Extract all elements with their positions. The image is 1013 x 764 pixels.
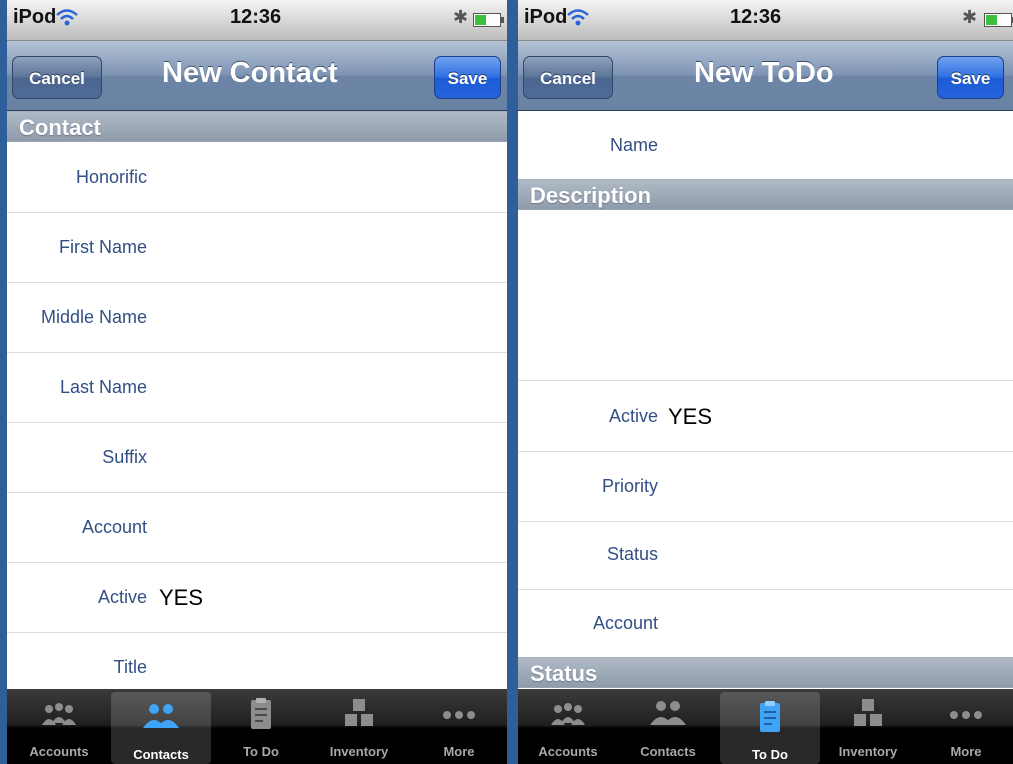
tab-more[interactable]: More — [916, 689, 1013, 764]
tab-label: To Do — [243, 744, 279, 759]
tab-contacts[interactable]: Contacts — [618, 689, 718, 764]
field-status[interactable]: Status — [518, 520, 1013, 590]
wifi-icon — [56, 9, 78, 26]
field-label: Honorific — [75, 167, 147, 187]
field-middle-name[interactable]: Middle Name — [7, 283, 507, 353]
status-bar: iPod 12:36 ✱ — [7, 0, 507, 41]
tab-accounts[interactable]: Accounts — [518, 689, 618, 764]
wifi-icon — [567, 9, 589, 26]
todo-icon — [760, 701, 780, 732]
field-label: Account — [592, 613, 658, 633]
carrier-label: iPod — [524, 6, 568, 28]
tab-todo[interactable]: To Do — [720, 692, 820, 764]
tab-label: Inventory — [838, 744, 898, 759]
cancel-button[interactable]: Cancel — [523, 56, 613, 99]
description-textarea[interactable] — [518, 211, 1013, 381]
tab-label: To Do — [752, 747, 788, 762]
inventory-icon — [345, 699, 373, 726]
tab-label: Contacts — [133, 747, 189, 762]
field-active[interactable]: Active YES — [518, 382, 1013, 452]
field-label: First Name — [58, 237, 147, 257]
new-contact-screen: iPod 12:36 ✱ Cancel New Contact Save Con… — [7, 0, 507, 764]
clock-label: 12:36 — [230, 6, 282, 28]
save-button[interactable]: Save — [937, 56, 1004, 99]
field-label: Suffix — [102, 447, 147, 467]
more-icon — [950, 711, 982, 719]
inventory-icon — [854, 699, 882, 726]
section-header-description: Description — [518, 179, 1013, 210]
page-title: New ToDo — [694, 57, 834, 89]
tab-label: Accounts — [538, 744, 598, 759]
tab-more[interactable]: More — [409, 689, 507, 764]
navigation-bar: Cancel New Contact Save — [7, 41, 507, 111]
section-header-status: Status — [518, 657, 1013, 688]
field-last-name[interactable]: Last Name — [7, 353, 507, 423]
battery-icon — [984, 13, 1013, 27]
accounts-icon — [42, 703, 76, 725]
more-icon — [443, 711, 475, 719]
field-label: Name — [609, 135, 658, 155]
field-label: Last Name — [59, 377, 147, 397]
field-label: Active — [97, 587, 147, 607]
save-button[interactable]: Save — [434, 56, 501, 99]
clock-label: 12:36 — [730, 6, 782, 28]
todo-icon — [251, 698, 271, 729]
contacts-icon — [143, 704, 179, 728]
field-account[interactable]: Account — [7, 493, 507, 563]
tab-label: Accounts — [29, 744, 89, 759]
field-honorific[interactable]: Honorific — [7, 143, 507, 213]
tab-inventory[interactable]: Inventory — [818, 689, 918, 764]
field-label: Middle Name — [40, 307, 147, 327]
field-priority[interactable]: Priority — [518, 452, 1013, 522]
field-label: Status — [606, 544, 658, 564]
page-title: New Contact — [162, 57, 338, 89]
cancel-button[interactable]: Cancel — [12, 56, 102, 99]
tab-accounts[interactable]: Accounts — [9, 689, 109, 764]
new-todo-screen: iPod 12:36 ✱ Cancel New ToDo Save Name D… — [518, 0, 1013, 764]
field-suffix[interactable]: Suffix — [7, 423, 507, 493]
field-label: Account — [81, 517, 147, 537]
navigation-bar: Cancel New ToDo Save — [518, 41, 1013, 111]
tab-inventory[interactable]: Inventory — [309, 689, 409, 764]
battery-icon — [473, 13, 504, 27]
section-header-contact: Contact — [7, 111, 507, 142]
accounts-icon — [551, 703, 585, 725]
tab-todo[interactable]: To Do — [211, 689, 311, 764]
status-bar: iPod 12:36 ✱ — [518, 0, 1013, 41]
field-value[interactable]: YES — [159, 563, 203, 632]
field-value[interactable]: YES — [668, 382, 712, 451]
field-name[interactable]: Name — [518, 111, 1013, 181]
tab-bar: Accounts Contacts To Do Inventory More — [7, 689, 507, 764]
field-label: Active — [608, 406, 658, 426]
tab-label: More — [950, 744, 982, 759]
field-first-name[interactable]: First Name — [7, 213, 507, 283]
tab-contacts[interactable]: Contacts — [111, 692, 211, 764]
bluetooth-icon: ✱ — [453, 7, 469, 27]
tab-label: Inventory — [329, 744, 389, 759]
field-active[interactable]: Active YES — [7, 563, 507, 633]
bluetooth-icon: ✱ — [962, 7, 978, 27]
tab-label: Contacts — [640, 744, 696, 759]
tab-bar: Accounts Contacts To Do Inventory More — [518, 689, 1013, 764]
field-account[interactable]: Account — [518, 589, 1013, 658]
tab-label: More — [443, 744, 475, 759]
contacts-icon — [650, 701, 686, 725]
field-label: Priority — [601, 476, 658, 496]
carrier-label: iPod — [13, 6, 57, 28]
